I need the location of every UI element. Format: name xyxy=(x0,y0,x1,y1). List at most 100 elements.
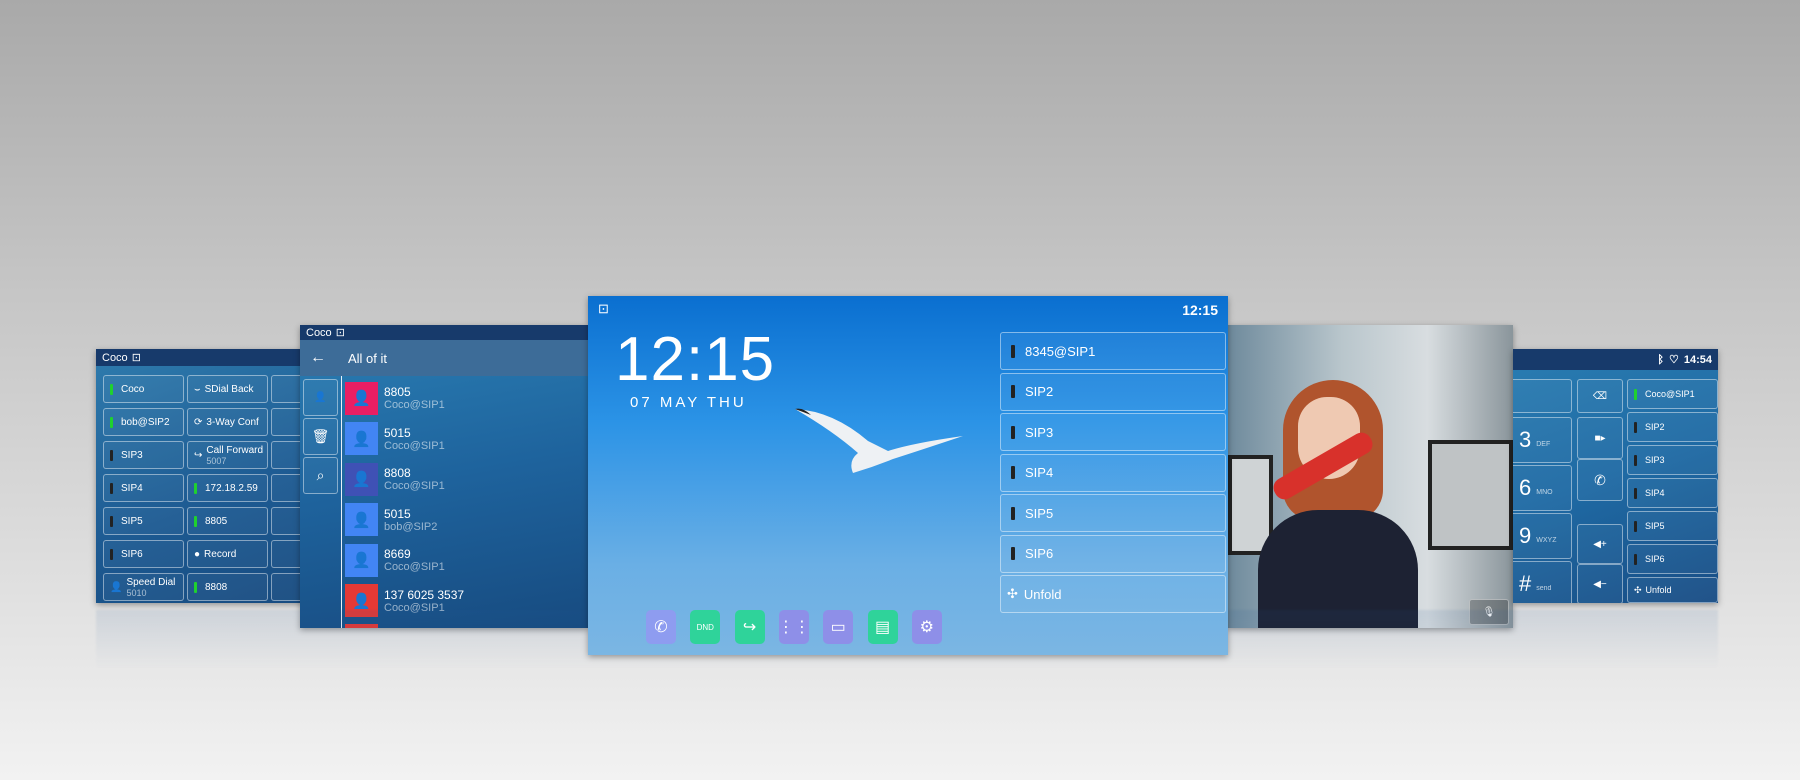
dsskey-3-way-conf[interactable]: ⟳ 3-Way Conf xyxy=(187,408,268,436)
dial-key-3[interactable]: 3 DEF xyxy=(1513,417,1572,463)
contact-row[interactable]: 👤 8808 Coco@SIP1 xyxy=(345,462,575,496)
search-button[interactable]: ⌕ xyxy=(303,457,338,494)
line-key-label: SIP3 xyxy=(1645,455,1665,465)
contact-text: 8805 Coco@SIP1 xyxy=(384,385,445,411)
line-key[interactable]: SIP3 xyxy=(1000,413,1226,451)
line-key[interactable]: SIP5 xyxy=(1000,494,1226,532)
dsskey-call-forward[interactable]: ↪ Call Forward 5007 xyxy=(187,441,268,469)
call-forward-icon: ↪ xyxy=(194,449,203,461)
voicemail-icon[interactable]: ▭ xyxy=(823,610,854,644)
line-key-label: SIP3 xyxy=(1025,424,1054,440)
contact-name: 8808 xyxy=(384,466,411,480)
backspace-button[interactable]: ⌫ xyxy=(1577,379,1623,413)
dsskey-172-18-2-59[interactable]: 172.18.2.59 xyxy=(187,474,268,502)
home-screen: ⊡ 12:15 12:15 07 MAY THU 8345@SIP1 SIP2 SI… xyxy=(588,296,1228,655)
contact-row[interactable]: 👤 5015 Coco@SIP1 xyxy=(345,422,575,456)
line-key[interactable]: SIP6 xyxy=(1627,544,1718,574)
volume-up-button[interactable]: ◀+ xyxy=(1577,524,1623,564)
person-icon: 👤 xyxy=(110,581,123,593)
line-key[interactable]: SIP4 xyxy=(1627,478,1718,508)
line-status-led xyxy=(194,581,197,593)
line-key[interactable]: Coco@SIP1 xyxy=(1627,379,1718,409)
user-name: Coco xyxy=(306,326,332,339)
directory-icon[interactable]: ▤ xyxy=(867,610,898,644)
dsskey-sip3[interactable]: SIP3 xyxy=(103,441,184,469)
line-key[interactable]: SIP4 xyxy=(1000,453,1226,492)
line-key[interactable]: SIP2 xyxy=(1000,372,1226,411)
line-status-led xyxy=(1634,388,1637,400)
contact-text: 5015 bob@SIP2 xyxy=(384,507,437,533)
contacts-button[interactable]: 👤 xyxy=(303,379,338,416)
contact-account: Coco@SIP1 xyxy=(384,439,445,452)
wifi-icon: ♡ xyxy=(1668,354,1679,366)
avatar: 👤 xyxy=(345,543,378,577)
dnd-icon[interactable]: DND xyxy=(690,610,721,644)
line-status-led xyxy=(1011,385,1015,398)
contact-row[interactable]: 👤 8805 Coco@SIP1 xyxy=(345,381,575,415)
key-label-text: SIP6 xyxy=(121,548,143,560)
line-status-led xyxy=(194,482,197,494)
key-label: Speed Dial 5010 xyxy=(126,577,175,598)
page-title: All of it xyxy=(348,350,388,366)
call-forward-icon[interactable]: ↪ xyxy=(734,610,765,644)
input-field[interactable] xyxy=(1513,379,1572,413)
dsskey-8808[interactable]: 8808 xyxy=(187,573,268,601)
line-key-label: 8345@SIP1 xyxy=(1025,343,1096,359)
dsskey-8805[interactable]: 8805 xyxy=(187,507,268,535)
contacts-screen: Coco ⊡ ← All of it 👤 🗑 ⌕ 👤 8805 Coco@SIP1 👤… xyxy=(300,325,588,628)
key-label-text: SIP3 xyxy=(121,449,143,461)
audio-call-button[interactable]: ✆ xyxy=(1577,459,1623,501)
contact-row[interactable]: 👤 5015 bob@SIP2 xyxy=(345,503,575,537)
dial-key-#[interactable]: # send xyxy=(1513,561,1572,603)
contact-name: 8805 xyxy=(384,385,411,399)
contact-name: 8669 xyxy=(384,547,411,561)
dsskey-coco[interactable]: Coco xyxy=(103,375,184,403)
apps-icon[interactable]: ⋮⋮ xyxy=(778,610,810,644)
settings-icon[interactable]: ⚙ xyxy=(911,610,942,644)
dsskey-sip6[interactable]: SIP6 xyxy=(103,540,184,568)
contact-name: 5015 xyxy=(384,425,411,440)
line-key[interactable]: SIP3 xyxy=(1627,445,1718,475)
line-status-led xyxy=(110,482,113,494)
bluetooth-icon: ᛒ xyxy=(1657,353,1664,366)
avatar: 👤 xyxy=(345,381,378,415)
dial-key-6[interactable]: 6 MNO xyxy=(1513,465,1572,511)
dsskey-sip4[interactable]: SIP4 xyxy=(103,474,184,502)
line-key[interactable]: SIP2 xyxy=(1627,412,1718,442)
phone-icon[interactable]: ✆ xyxy=(646,610,676,644)
contact-row[interactable]: 👤 8669 Coco@SIP1 xyxy=(345,543,575,577)
line-key-label: SIP5 xyxy=(1025,505,1054,521)
dsskey-bob-sip2[interactable]: bob@SIP2 xyxy=(103,408,184,436)
line-status-led xyxy=(1634,553,1637,565)
video-call-button[interactable]: ■▸ xyxy=(1577,417,1623,459)
avatar: 👤 xyxy=(345,503,378,536)
line-key-label: SIP6 xyxy=(1025,546,1054,561)
key-label: SDial Back xyxy=(205,384,254,395)
dsskey-record[interactable]: ● Record xyxy=(187,540,268,568)
key-label-text: bob@SIP2 xyxy=(121,416,170,428)
avatar: 👤 xyxy=(345,462,378,496)
unfold-icon: ✣ xyxy=(1007,586,1018,601)
sdial-back-icon: ⌣ xyxy=(194,383,201,395)
volume-down-button[interactable]: ◀− xyxy=(1577,564,1623,603)
divider xyxy=(341,376,342,628)
line-status-led xyxy=(194,515,197,527)
line-key[interactable]: 8345@SIP1 xyxy=(1000,332,1226,370)
unfold-button[interactable]: ✣ Unfold xyxy=(1000,575,1226,613)
monitor-right xyxy=(1428,440,1513,550)
dsskey-sip5[interactable]: SIP5 xyxy=(103,507,184,535)
key-label: SIP6 xyxy=(121,549,143,560)
dial-key-9[interactable]: 9 WXYZ xyxy=(1513,513,1572,559)
line-key[interactable]: SIP6 xyxy=(1000,534,1226,573)
key-label-text: SIP4 xyxy=(121,482,143,494)
key-label-text: SIP5 xyxy=(121,515,143,527)
dsskey-speed-dial[interactable]: 👤 Speed Dial 5010 xyxy=(103,573,184,601)
dsskey-sdial-back[interactable]: ⌣ SDial Back xyxy=(187,375,268,403)
unfold-button[interactable]: ✣ Unfold xyxy=(1627,577,1718,603)
search-icon: ⌕ xyxy=(316,467,325,483)
delete-button[interactable]: 🗑 xyxy=(303,418,338,455)
line-key[interactable]: SIP5 xyxy=(1627,511,1718,541)
dial-digit: # xyxy=(1519,571,1532,596)
key-label-text: Call Forward xyxy=(206,444,264,456)
back-arrow-icon[interactable]: ← xyxy=(310,349,326,367)
